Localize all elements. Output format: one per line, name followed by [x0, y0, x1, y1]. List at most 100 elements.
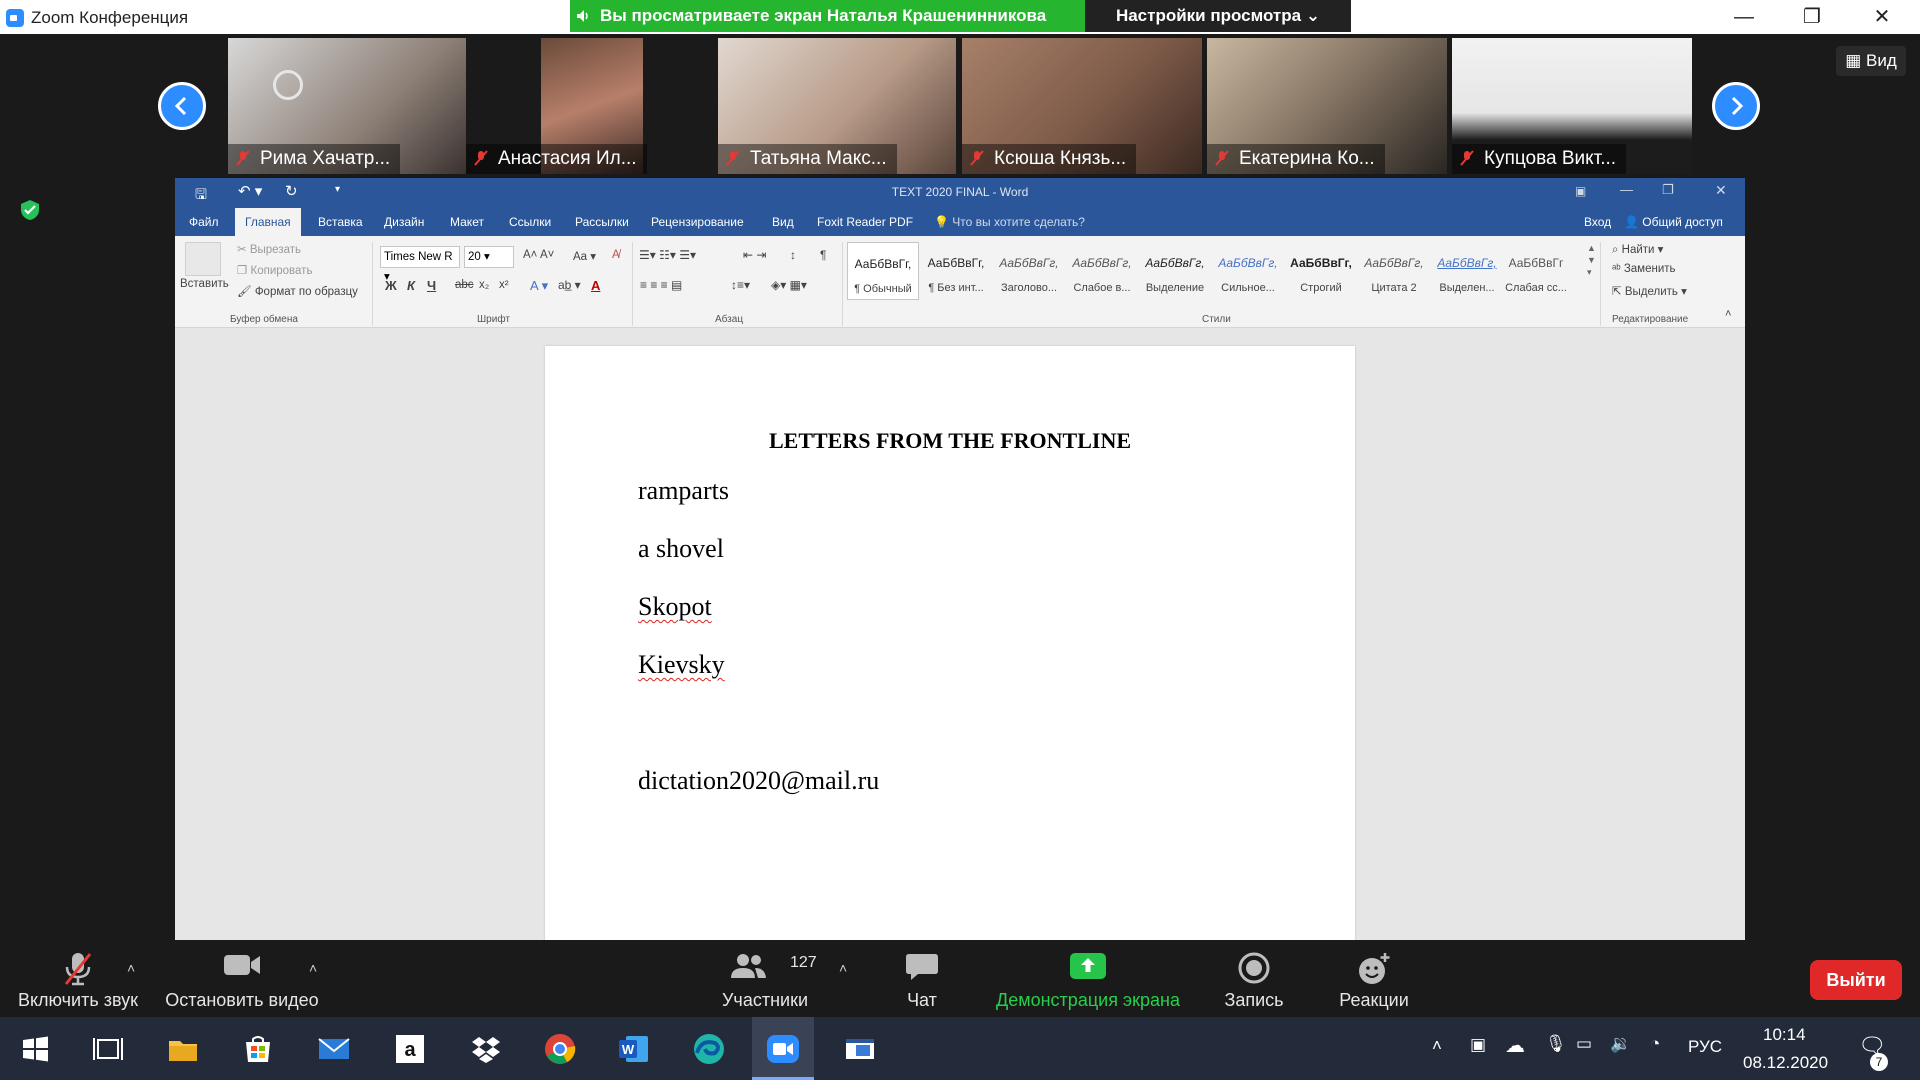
zoom-taskbar-item[interactable] [752, 1017, 814, 1080]
word-minimize-button[interactable]: — [1620, 182, 1633, 197]
unmute-button[interactable]: Включить звук [10, 940, 146, 1017]
change-case-button[interactable]: Aa ▾ [573, 249, 596, 263]
tab-foxit[interactable]: Foxit Reader PDF [817, 208, 913, 236]
format-painter-button[interactable]: 🖌 Формат по образцу [237, 284, 358, 298]
battery-icon[interactable]: ▭ [1576, 1034, 1592, 1054]
store-icon[interactable] [238, 1029, 278, 1069]
onedrive-icon[interactable]: ☁ [1505, 1033, 1525, 1058]
paste-icon[interactable] [185, 242, 221, 276]
style-quote-2[interactable]: АаБбВвГг, Цитата 2 [1358, 242, 1430, 300]
tab-review[interactable]: Рецензирование [651, 208, 744, 236]
wifi-icon[interactable]: ◔ [1650, 1034, 1660, 1054]
participant-tile[interactable]: Анастасия Ил... [466, 38, 708, 174]
view-options-button[interactable]: Настройки просмотра ⌄ [1085, 0, 1351, 32]
security-shield-icon[interactable] [18, 198, 42, 222]
task-view-icon[interactable] [88, 1029, 128, 1069]
pilcrow-icon[interactable]: ¶ [820, 248, 826, 262]
tab-references[interactable]: Ссылки [509, 208, 551, 236]
tell-me-search[interactable]: 💡 Что вы хотите сделать? [934, 208, 1085, 236]
font-size-select[interactable]: 20 ▾ [464, 246, 514, 268]
style-subtle-reference[interactable]: АаБбВвГг Слабая сс... [1504, 242, 1568, 300]
gallery-next-button[interactable] [1712, 82, 1760, 130]
copy-button[interactable]: ❐ Копировать [237, 263, 312, 277]
language-indicator[interactable]: РУС [1688, 1037, 1722, 1057]
bullets-icon[interactable]: ☰▾ ☷▾ ☰▾ [639, 248, 696, 262]
restore-button[interactable]: ❐ [1784, 0, 1840, 34]
tab-design[interactable]: Дизайн [384, 208, 424, 236]
shading-icon[interactable]: ◈▾ ▦▾ [771, 278, 807, 292]
strikethrough-button[interactable]: abc [455, 279, 474, 291]
style-subtle-emphasis[interactable]: АаБбВвГг, Слабое в... [1066, 242, 1138, 300]
participants-options-caret-icon[interactable]: ˄ [839, 960, 847, 976]
indent-icon[interactable]: ⇤ ⇥ [743, 248, 766, 262]
participant-tile[interactable]: Ксюша Князь... [962, 38, 1202, 174]
view-button[interactable]: ▦ Вид [1836, 46, 1906, 76]
tab-insert[interactable]: Вставка [318, 208, 363, 236]
tab-home[interactable]: Главная [235, 208, 301, 236]
windows-start-icon[interactable] [15, 1029, 55, 1069]
participants-button[interactable]: 127 Участники [712, 940, 818, 1017]
document-page[interactable]: LETTERS FROM THE FRONTLINE ramparts a sh… [545, 346, 1355, 940]
share-button[interactable]: 👤 Общий доступ [1624, 208, 1723, 236]
leave-meeting-button[interactable]: Выйти [1810, 960, 1902, 1000]
sign-in-link[interactable]: Вход [1584, 208, 1611, 236]
reactions-button[interactable]: Реакции [1330, 940, 1418, 1017]
line-spacing-icon[interactable]: ↕≡▾ [731, 278, 750, 292]
italic-button[interactable]: К [407, 278, 415, 293]
edge-icon[interactable] [689, 1029, 729, 1069]
volume-icon[interactable]: 🔉 [1610, 1034, 1631, 1054]
style-strong[interactable]: АаБбВвГг, Строгий [1285, 242, 1357, 300]
participant-tile[interactable]: Екатерина Ко... [1207, 38, 1447, 174]
bold-button[interactable]: Ж [385, 278, 397, 293]
ribbon-display-icon[interactable]: ▣ [1575, 184, 1586, 198]
style-no-spacing[interactable]: АаБбВвГг, ¶ Без инт... [920, 242, 992, 300]
window-preview-icon[interactable] [840, 1029, 880, 1069]
style-heading[interactable]: АаБбВвГг, Заголово... [993, 242, 1065, 300]
font-name-select[interactable]: Times New R ▾ [380, 246, 460, 283]
paste-button[interactable]: Вставить [180, 278, 229, 290]
clock-date[interactable]: 08.12.2020 [1743, 1053, 1828, 1073]
sort-icon[interactable]: ↕ [790, 248, 796, 262]
tab-view[interactable]: Вид [772, 208, 794, 236]
style-intense-quote[interactable]: АаБбВвГг, Выделен... [1431, 242, 1503, 300]
word-restore-button[interactable]: ❐ [1662, 182, 1674, 198]
gallery-prev-button[interactable] [158, 82, 206, 130]
participant-tile[interactable]: Татьяна Макс... [718, 38, 956, 174]
clock-time[interactable]: 10:14 [1763, 1025, 1806, 1045]
share-screen-button[interactable]: Демонстрация экрана [990, 940, 1186, 1017]
tab-file[interactable]: Файл [189, 208, 219, 236]
align-icons[interactable]: ≡ ≡ ≡ ▤ [640, 278, 682, 292]
select-button[interactable]: ⇱ Выделить ▾ [1612, 284, 1687, 298]
text-effects-icon[interactable]: A ▾ [530, 278, 548, 294]
style-normal[interactable]: АаБбВвГг, ¶ Обычный [847, 242, 919, 300]
tray-expand-icon[interactable]: ˄ [1432, 1036, 1442, 1056]
font-grow-icon[interactable]: A˄ A˅ [523, 249, 554, 261]
styles-scroll-icon[interactable]: ▲ ▼ ▾ [1587, 242, 1596, 278]
font-color-icon[interactable]: A [591, 278, 600, 293]
microphone-icon[interactable]: 🎙 [1545, 1034, 1567, 1054]
style-intense-emphasis[interactable]: АаБбВвГг, Сильное... [1212, 242, 1284, 300]
participant-tile[interactable]: Купцова Викт... [1452, 38, 1692, 174]
tab-mailings[interactable]: Рассылки [575, 208, 629, 236]
chat-button[interactable]: Чат [890, 940, 954, 1017]
word-close-button[interactable]: ✕ [1715, 182, 1727, 199]
highlight-icon[interactable]: ab̲ ▾ [558, 278, 581, 292]
record-button[interactable]: Запись [1214, 940, 1294, 1017]
amazon-icon[interactable]: a [390, 1029, 430, 1069]
audio-options-caret-icon[interactable]: ˄ [127, 960, 135, 976]
superscript-button[interactable]: x² [499, 279, 509, 291]
clear-format-icon[interactable]: A̸ [612, 249, 620, 261]
style-emphasis[interactable]: АаБбВвГг, Выделение [1139, 242, 1211, 300]
find-button[interactable]: ⌕ Найти ▾ [1612, 242, 1663, 257]
meet-now-icon[interactable]: ▣ [1470, 1035, 1486, 1055]
participant-tile[interactable]: Рима Хачатр... [228, 38, 466, 174]
stop-video-button[interactable]: Остановить видео [160, 940, 324, 1017]
word-icon[interactable]: W [614, 1029, 654, 1069]
chrome-icon[interactable] [540, 1029, 580, 1069]
subscript-button[interactable]: x₂ [479, 279, 489, 291]
dropbox-icon[interactable] [466, 1029, 506, 1069]
video-options-caret-icon[interactable]: ˄ [309, 960, 317, 976]
underline-button[interactable]: Ч [427, 278, 436, 293]
replace-button[interactable]: ᵃᵇ Заменить [1612, 263, 1676, 275]
cut-button[interactable]: ✂ Вырезать [237, 242, 301, 256]
